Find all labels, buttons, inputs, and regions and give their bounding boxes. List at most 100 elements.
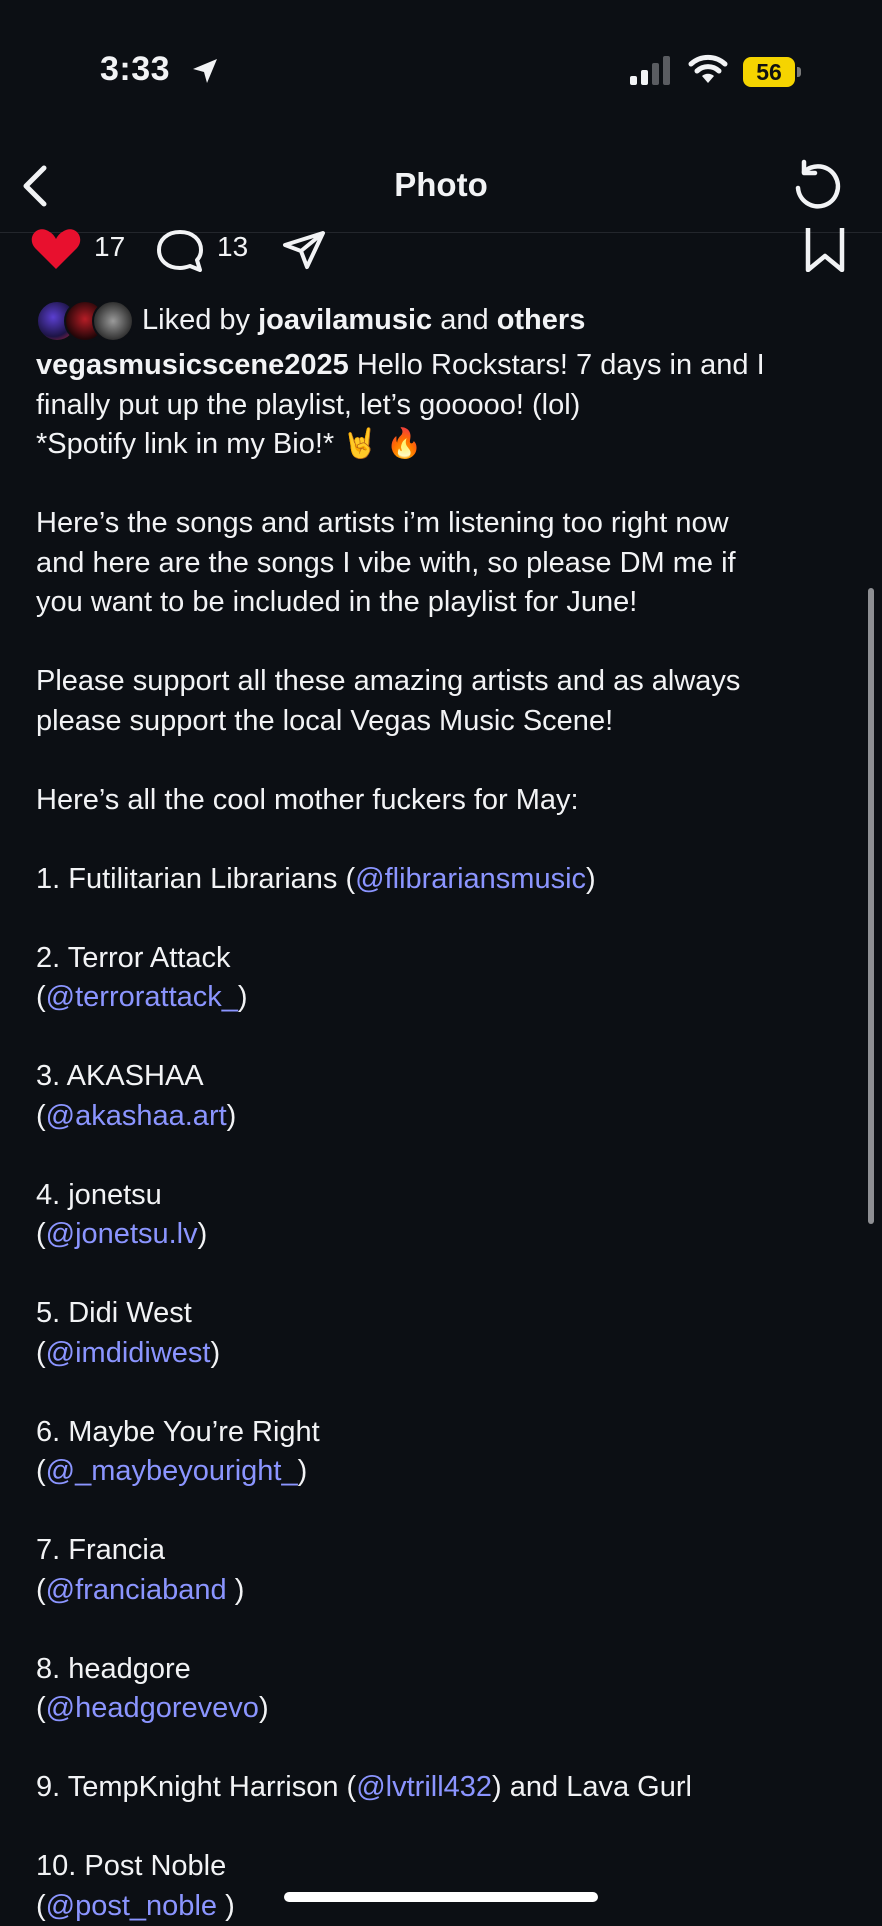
caption-text: please support the local Vegas Music Sce…: [36, 705, 613, 737]
battery-level: 56: [743, 59, 795, 86]
caption-line: 9. TempKnight Harrison (@lvtrill432) and…: [36, 1768, 856, 1808]
mention-link[interactable]: @post_noble: [46, 1890, 217, 1922]
caption-line: 5. Didi West: [36, 1294, 856, 1334]
comment-count[interactable]: 13: [217, 231, 248, 263]
mention-link[interactable]: @franciaband: [46, 1574, 227, 1606]
like-count[interactable]: 17: [94, 231, 125, 263]
caption-line: (@jonetsu.lv): [36, 1215, 856, 1255]
caption-blank-line: [36, 1610, 856, 1650]
caption-text: 4. jonetsu: [36, 1179, 162, 1211]
caption-line: 2. Terror Attack: [36, 939, 856, 979]
wifi-icon: [688, 52, 728, 86]
home-indicator[interactable]: [284, 1892, 598, 1902]
caption-text: ): [298, 1455, 308, 1487]
caption-text: ): [227, 1574, 245, 1606]
mention-link[interactable]: @terrorattack_: [46, 981, 238, 1013]
caption-line: Here’s the songs and artists i’m listeni…: [36, 504, 856, 544]
caption-line: (@terrorattack_): [36, 978, 856, 1018]
bookmark-icon[interactable]: [802, 226, 848, 272]
mention-link[interactable]: @lvtrill432: [356, 1771, 492, 1803]
caption-line: (@imdidiwest): [36, 1334, 856, 1374]
caption-text: Here’s the songs and artists i’m listeni…: [36, 507, 729, 539]
caption-text: ): [217, 1890, 235, 1922]
caption-line: (@franciaband ): [36, 1571, 856, 1611]
caption-line: you want to be included in the playlist …: [36, 583, 856, 623]
caption-text: (: [36, 1692, 46, 1724]
nav-bar: Photo: [0, 140, 882, 233]
liked-by-prefix: Liked by: [142, 304, 250, 336]
caption-line: *Spotify link in my Bio!* 🤘 🔥: [36, 425, 856, 465]
caption-text: 2. Terror Attack: [36, 942, 231, 974]
caption-line: 10. Post Noble: [36, 1847, 856, 1887]
caption-blank-line: [36, 623, 856, 663]
mention-link[interactable]: @jonetsu.lv: [46, 1218, 198, 1250]
caption-text: and here are the songs I vibe with, so p…: [36, 547, 736, 579]
caption-text: (: [36, 1574, 46, 1606]
caption-blank-line: [36, 465, 856, 505]
liked-by-row: Liked by joavilamusic and others: [36, 298, 856, 346]
caption-line: 3. AKASHAA: [36, 1057, 856, 1097]
caption-text: ): [586, 863, 596, 895]
caption-text: you want to be included in the playlist …: [36, 586, 637, 618]
caption-line: (@_maybeyouright_): [36, 1452, 856, 1492]
refresh-icon[interactable]: [790, 158, 846, 214]
caption-text: 10. Post Noble: [36, 1850, 226, 1882]
caption-text: ): [238, 981, 248, 1013]
liked-by-user[interactable]: joavilamusic: [258, 304, 432, 336]
caption-line: Please support all these amazing artists…: [36, 662, 856, 702]
caption-text: (: [36, 1337, 46, 1369]
caption-text: 6. Maybe You’re Right: [36, 1416, 320, 1448]
caption-text: ) and Lava Gurl: [492, 1771, 692, 1803]
heart-icon[interactable]: [30, 229, 82, 269]
avatar[interactable]: [92, 300, 134, 342]
caption-line: finally put up the playlist, let’s goooo…: [36, 386, 856, 426]
mention-link[interactable]: @flibrariansmusic: [355, 863, 586, 895]
scrollbar[interactable]: [868, 588, 874, 1224]
caption-blank-line: [36, 820, 856, 860]
caption-text: (: [36, 1100, 46, 1132]
caption-line: 8. headgore: [36, 1650, 856, 1690]
comment-icon[interactable]: [154, 228, 206, 272]
caption-blank-line: [36, 1729, 856, 1769]
caption-text: 3. AKASHAA: [36, 1060, 204, 1092]
mention-link[interactable]: @_maybeyouright_: [46, 1455, 298, 1487]
caption-blank-line: [36, 1255, 856, 1295]
caption-line: and here are the songs I vibe with, so p…: [36, 544, 856, 584]
caption-text: finally put up the playlist, let’s goooo…: [36, 389, 580, 421]
caption-text: 8. headgore: [36, 1653, 191, 1685]
liked-by-joiner: and: [440, 304, 488, 336]
status-time: 3:33: [100, 50, 170, 89]
caption-text: ): [227, 1100, 237, 1132]
caption-text: 5. Didi West: [36, 1297, 192, 1329]
caption-text: 7. Francia: [36, 1534, 165, 1566]
liked-by-text[interactable]: Liked by joavilamusic and others: [142, 304, 585, 337]
caption-line: Here’s all the cool mother fuckers for M…: [36, 781, 856, 821]
caption-text: 9. TempKnight Harrison (: [36, 1771, 356, 1803]
caption-blank-line: [36, 1808, 856, 1848]
caption-line: 1. Futilitarian Librarians (@flibrarians…: [36, 860, 856, 900]
caption-blank-line: [36, 1136, 856, 1176]
post-actions: 17 13: [0, 226, 882, 272]
caption-text: (: [36, 1890, 46, 1922]
caption-line: 6. Maybe You’re Right: [36, 1413, 856, 1453]
caption-text: ): [210, 1337, 220, 1369]
mention-link[interactable]: @imdidiwest: [46, 1337, 211, 1369]
caption-blank-line: [36, 899, 856, 939]
caption-line: 4. jonetsu: [36, 1176, 856, 1216]
caption-text: 1. Futilitarian Librarians (: [36, 863, 355, 895]
caption-username[interactable]: vegasmusicscene2025: [36, 349, 349, 381]
mention-link[interactable]: @akashaa.art: [46, 1100, 227, 1132]
caption-text: (: [36, 981, 46, 1013]
caption-line: (@akashaa.art): [36, 1097, 856, 1137]
caption-text: ): [198, 1218, 208, 1250]
caption-blank-line: [36, 1018, 856, 1058]
caption-text: *Spotify link in my Bio!* 🤘 🔥: [36, 428, 423, 460]
liked-by-others[interactable]: others: [497, 304, 586, 336]
caption-text: (: [36, 1218, 46, 1250]
caption-text: ): [259, 1692, 269, 1724]
signal-icon: [630, 56, 674, 86]
mention-link[interactable]: @headgorevevo: [46, 1692, 259, 1724]
caption-text: Hello Rockstars! 7 days in and I: [349, 349, 765, 381]
caption-text: (: [36, 1455, 46, 1487]
share-icon[interactable]: [282, 230, 326, 270]
